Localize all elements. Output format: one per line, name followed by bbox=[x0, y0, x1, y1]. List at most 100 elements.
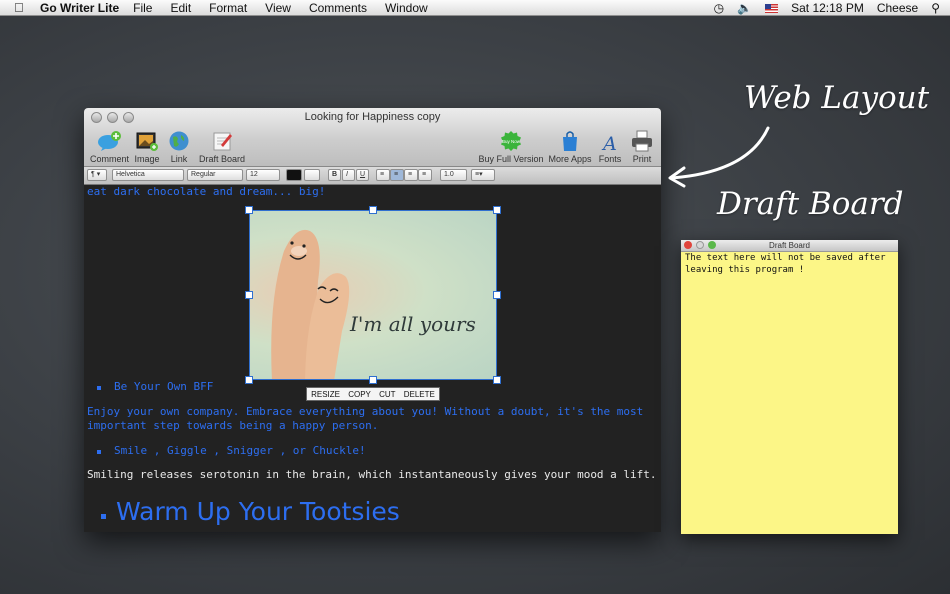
print-label: Print bbox=[632, 154, 652, 164]
print-button[interactable]: Print bbox=[628, 130, 656, 164]
globe-icon bbox=[166, 130, 192, 152]
align-left-button[interactable]: ≡ bbox=[376, 169, 390, 181]
link-button[interactable]: Link bbox=[166, 130, 192, 164]
paragraph-1-line-1: Enjoy your own company. Embrace everythi… bbox=[87, 405, 644, 418]
text-color-swatch[interactable] bbox=[286, 169, 302, 181]
line-spacing-select[interactable]: 1.0 bbox=[440, 169, 467, 181]
menu-user[interactable]: Cheese bbox=[877, 1, 918, 15]
draft-minimize-button[interactable] bbox=[696, 241, 704, 249]
editor-content[interactable]: eat dark chocolate and dream... big! I'm… bbox=[84, 185, 661, 532]
draft-board-label: Draft Board bbox=[198, 154, 246, 164]
draft-board-label: Draft Board bbox=[717, 186, 904, 222]
resize-handle[interactable] bbox=[369, 206, 377, 214]
resize-handle[interactable] bbox=[493, 376, 501, 384]
image-button[interactable]: Image bbox=[132, 130, 162, 164]
image-copy-button[interactable]: COPY bbox=[348, 390, 371, 399]
image-resize-button[interactable]: RESIZE bbox=[311, 390, 340, 399]
editor-window: Looking for Happiness copy Comment Image… bbox=[84, 108, 661, 532]
bullet-marker bbox=[97, 386, 101, 390]
underline-button[interactable]: U bbox=[356, 169, 369, 181]
highlight-color-swatch[interactable] bbox=[304, 169, 320, 181]
text-line-top: eat dark chocolate and dream... big! bbox=[87, 185, 326, 198]
draft-board-button[interactable]: Draft Board bbox=[197, 130, 247, 164]
bold-button[interactable]: B bbox=[328, 169, 341, 181]
resize-handle[interactable] bbox=[245, 291, 253, 299]
menu-clock[interactable]: Sat 12:18 PM bbox=[791, 1, 864, 15]
font-size-value: 12 bbox=[250, 171, 258, 178]
heading-bullet-marker bbox=[101, 514, 106, 519]
menu-window[interactable]: Window bbox=[385, 1, 428, 15]
image-label: Image bbox=[134, 154, 160, 164]
font-style-value: Regular bbox=[191, 171, 216, 178]
comment-label: Comment bbox=[90, 154, 130, 164]
resize-handle[interactable] bbox=[369, 376, 377, 384]
menu-file[interactable]: File bbox=[133, 1, 152, 15]
image-caption: I'm all yours bbox=[349, 312, 476, 336]
list-style-select[interactable]: ≡▾ bbox=[471, 169, 495, 181]
fonts-label: Fonts bbox=[598, 154, 622, 164]
draft-board-icon bbox=[197, 130, 247, 152]
comment-icon bbox=[90, 130, 128, 152]
format-toolbar: ¶ ▾ Helvetica Regular 12 B I U ≡ ≡ ≡ ≡ 1… bbox=[84, 167, 661, 185]
align-center-button[interactable]: ≡ bbox=[390, 169, 404, 181]
draft-board-titlebar: Draft Board bbox=[681, 240, 898, 252]
align-right-button[interactable]: ≡ bbox=[404, 169, 418, 181]
web-layout-label: Web Layout bbox=[744, 80, 930, 116]
buy-badge-text: Buy Now bbox=[502, 139, 521, 144]
align-justify-button[interactable]: ≡ bbox=[418, 169, 432, 181]
image-cut-button[interactable]: CUT bbox=[379, 390, 395, 399]
font-family-select[interactable]: Helvetica bbox=[112, 169, 184, 181]
line-spacing-value: 1.0 bbox=[444, 171, 454, 178]
inserted-image[interactable]: I'm all yours bbox=[249, 210, 497, 380]
spotlight-icon[interactable]: ⚲ bbox=[931, 1, 940, 15]
menu-format[interactable]: Format bbox=[209, 1, 247, 15]
buy-full-version-button[interactable]: Buy Now Buy Full Version bbox=[477, 130, 545, 164]
fonts-button[interactable]: A Fonts bbox=[596, 130, 624, 164]
menu-view[interactable]: View bbox=[265, 1, 291, 15]
volume-icon[interactable]: 🔈 bbox=[737, 1, 752, 15]
menu-comments[interactable]: Comments bbox=[309, 1, 367, 15]
draft-zoom-button[interactable] bbox=[708, 241, 716, 249]
apple-icon[interactable]:  bbox=[14, 0, 32, 15]
draft-board-title: Draft Board bbox=[769, 241, 810, 250]
paragraph-style-label: ¶ bbox=[91, 171, 95, 178]
comment-button[interactable]: Comment bbox=[90, 130, 130, 164]
input-flag-icon[interactable] bbox=[765, 3, 779, 13]
window-title: Looking for Happiness copy bbox=[304, 111, 441, 123]
more-apps-button[interactable]: More Apps bbox=[546, 130, 594, 164]
draft-board-window: Draft Board The text here will not be sa… bbox=[681, 240, 898, 534]
resize-handle[interactable] bbox=[245, 376, 253, 384]
resize-handle[interactable] bbox=[245, 206, 253, 214]
font-style-select[interactable]: Regular bbox=[187, 169, 243, 181]
printer-icon bbox=[628, 130, 656, 152]
menu-bar:  Go Writer Lite File Edit Format View C… bbox=[0, 0, 950, 16]
paragraph-style-select[interactable]: ¶ ▾ bbox=[87, 169, 107, 181]
more-apps-label: More Apps bbox=[548, 154, 592, 164]
resize-handle[interactable] bbox=[493, 291, 501, 299]
draft-close-button[interactable] bbox=[684, 241, 692, 249]
buy-full-version-label: Buy Full Version bbox=[478, 154, 544, 164]
resize-handle[interactable] bbox=[493, 206, 501, 214]
bullet-item-1: Be Your Own BFF bbox=[114, 380, 214, 393]
font-family-value: Helvetica bbox=[116, 171, 145, 178]
italic-button[interactable]: I bbox=[342, 169, 355, 181]
bullet-marker bbox=[97, 450, 101, 454]
menu-app-name[interactable]: Go Writer Lite bbox=[40, 1, 119, 15]
image-delete-button[interactable]: DELETE bbox=[404, 390, 435, 399]
draft-board-textarea[interactable]: The text here will not be saved after le… bbox=[681, 252, 891, 276]
image-context-menu: RESIZE COPY CUT DELETE bbox=[306, 387, 440, 401]
fonts-icon: A bbox=[596, 130, 624, 152]
time-machine-icon[interactable]: ◷ bbox=[714, 1, 724, 15]
paragraph-1-line-2: important step towards being a happy per… bbox=[87, 419, 379, 432]
shopping-bag-icon bbox=[546, 130, 594, 152]
font-size-field[interactable]: 12 bbox=[246, 169, 280, 181]
bullet-item-2: Smile , Giggle , Snigger , or Chuckle! bbox=[114, 444, 366, 457]
arrow-icon bbox=[668, 126, 770, 188]
paragraph-2: Smiling releases serotonin in the brain,… bbox=[87, 468, 657, 481]
menu-edit[interactable]: Edit bbox=[170, 1, 191, 15]
link-label: Link bbox=[170, 154, 188, 164]
fingers-image-art: I'm all yours bbox=[271, 230, 476, 379]
image-icon bbox=[132, 130, 162, 152]
buy-badge-icon: Buy Now bbox=[477, 130, 545, 152]
window-titlebar: Looking for Happiness copy Comment Image… bbox=[84, 108, 661, 167]
